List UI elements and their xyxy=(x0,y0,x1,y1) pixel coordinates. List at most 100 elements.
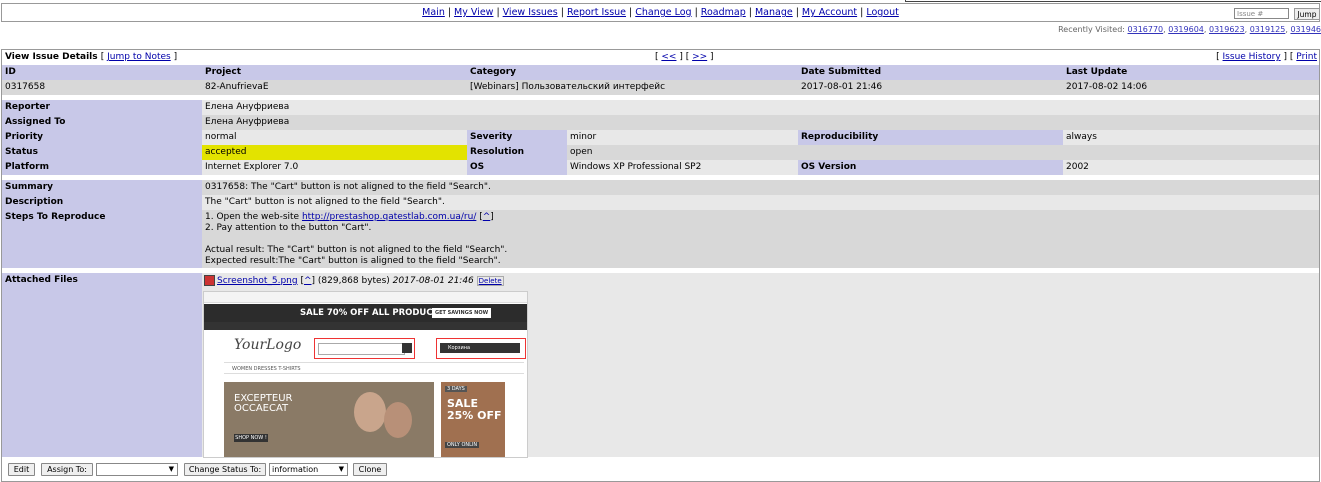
reporter-label: Reporter xyxy=(2,100,202,115)
header-project: Project xyxy=(202,65,467,80)
menu-separator: | xyxy=(447,7,452,18)
prev-issue-link[interactable]: << xyxy=(661,52,676,62)
issue-pager: [ << ] [ >> ] xyxy=(655,52,714,62)
issue-number-input[interactable]: Issue # xyxy=(1234,8,1289,19)
menu-roadmap-link[interactable]: Roadmap xyxy=(701,7,746,18)
main-menu: Main | My View | View Issues | Report Issue | Ch… xyxy=(1,3,1320,22)
platform-label: Platform xyxy=(2,160,202,175)
thumb-promo-button: GET SAVINGS NOW xyxy=(432,308,492,318)
priority-value: normal xyxy=(202,130,467,145)
menu-report-issue-link[interactable]: Report Issue xyxy=(567,7,626,18)
os-value: Windows XP Professional SP2 xyxy=(567,160,798,175)
menu-separator: | xyxy=(560,7,564,18)
assign-to-button[interactable]: Assign To: xyxy=(41,463,93,476)
page-title: View Issue Details [ Jump to Notes ] xyxy=(5,52,178,62)
assigned-to-value: Елена Ануфриева xyxy=(202,115,1319,130)
priority-label: Priority xyxy=(2,130,202,145)
attachment-thumbnail[interactable]: SALE 70% OFF ALL PRODUCTS GET SAVINGS NO… xyxy=(203,291,528,458)
thumb-side-bottom: ONLY ONLIN xyxy=(445,442,480,448)
thumb-side-text: SALE 25% OFF xyxy=(447,397,502,422)
assigned-to-label: Assigned To xyxy=(2,115,202,130)
print-link[interactable]: Print xyxy=(1296,52,1317,62)
recent-issue-link[interactable]: 0319623 xyxy=(1209,25,1245,34)
menu-my-view-link[interactable]: My View xyxy=(454,7,493,18)
attached-files-label: Attached Files xyxy=(2,273,202,457)
priority-row: Priority normal Severity minor Reproduci… xyxy=(2,130,1319,145)
summary-row: Summary 0317658: The "Cart" button is no… xyxy=(2,180,1319,195)
steps-label: Steps To Reproduce xyxy=(2,210,202,268)
reproducibility-label: Reproducibility xyxy=(798,130,1063,145)
steps-line-1: 1. Open the web-site http://prestashop.q… xyxy=(205,212,494,222)
menu-separator: | xyxy=(795,7,799,18)
summary-value: 0317658: The "Cart" button is not aligne… xyxy=(202,180,1319,195)
platform-row: Platform Internet Explorer 7.0 OS Window… xyxy=(2,160,1319,175)
resolution-label: Resolution xyxy=(467,145,567,160)
steps-rest: 2. Pay attention to the button "Cart". A… xyxy=(205,223,508,266)
chevron-down-icon: ▼ xyxy=(168,465,174,473)
description-label: Description xyxy=(2,195,202,210)
header-date-submitted: Date Submitted xyxy=(798,65,1063,80)
recent-issue-link[interactable]: 0319125 xyxy=(1250,25,1286,34)
menu-change-log-link[interactable]: Change Log xyxy=(635,7,691,18)
thumb-category-menu: WOMEN DRESSES T-SHIRTS xyxy=(224,362,524,374)
thumb-browser-bar xyxy=(204,292,527,303)
severity-value: minor xyxy=(567,130,798,145)
issue-history-link[interactable]: Issue History xyxy=(1223,52,1281,62)
page-title-text: View Issue Details xyxy=(5,52,98,62)
assign-to-select[interactable]: ▼ xyxy=(96,463,178,476)
menu-view-issues-link[interactable]: View Issues xyxy=(503,7,558,18)
menu-separator: | xyxy=(860,7,864,18)
menu-manage-link[interactable]: Manage xyxy=(755,7,793,18)
description-value: The "Cart" button is not aligned to the … xyxy=(202,195,1319,210)
os-version-value: 2002 xyxy=(1063,160,1319,175)
attachment-filename-link[interactable]: Screenshot_5.png xyxy=(217,276,298,286)
steps-row: Steps To Reproduce 1. Open the web-site … xyxy=(2,210,1319,268)
status-label: Status xyxy=(2,145,202,160)
menu-main-link[interactable]: Main xyxy=(422,7,445,18)
recent-issue-link[interactable]: 031946 xyxy=(1290,25,1321,34)
chevron-down-icon: ▼ xyxy=(338,465,344,473)
status-value: accepted xyxy=(202,145,467,160)
reporter-row: Reporter Елена Ануфриева xyxy=(2,100,1319,115)
change-status-button[interactable]: Change Status To: xyxy=(184,463,266,476)
edit-button[interactable]: Edit xyxy=(8,463,35,476)
jump-to-notes-link[interactable]: Jump to Notes xyxy=(107,52,171,62)
thumb-promo-text: SALE 70% OFF ALL PRODUCTS xyxy=(300,308,445,318)
issue-category: [Webinars] Пользовательский интерфейс xyxy=(467,80,798,95)
os-label: OS xyxy=(467,160,567,175)
title-row: View Issue Details [ Jump to Notes ] [ <… xyxy=(2,50,1319,65)
menu-links: Main | My View | View Issues | Report Issue | Ch… xyxy=(2,7,1319,18)
issue-date-submitted: 2017-08-01 21:46 xyxy=(798,80,1063,95)
attached-files-row: Attached Files Screenshot_5.png [^] (829… xyxy=(2,273,1319,457)
clone-button[interactable]: Clone xyxy=(353,463,387,476)
header-id: ID xyxy=(2,65,202,80)
steps-site-link[interactable]: http://prestashop.qatestlab.com.ua/ru/ xyxy=(302,212,476,222)
attachment-delete-link[interactable]: Delete xyxy=(476,276,504,286)
attachment-info: Screenshot_5.png [^] (829,868 bytes) 201… xyxy=(204,275,504,287)
menu-separator: | xyxy=(694,7,698,18)
menu-logout-link[interactable]: Logout xyxy=(866,7,899,18)
status-row: Status accepted Resolution open xyxy=(2,145,1319,160)
thumb-hero-button: SHOP NOW ! xyxy=(234,434,268,442)
resolution-value: open xyxy=(567,145,1319,160)
attachment-open-link[interactable]: ^ xyxy=(304,276,312,286)
thumb-side-tag: 3 DAYS xyxy=(445,386,467,392)
status-select[interactable]: information ▼ xyxy=(269,463,348,476)
severity-label: Severity xyxy=(467,130,567,145)
reporter-value: Елена Ануфриева xyxy=(202,100,1319,115)
recent-issue-link[interactable]: 0316770 xyxy=(1128,25,1164,34)
next-issue-link[interactable]: >> xyxy=(692,52,707,62)
status-selected: information xyxy=(272,465,319,474)
thumb-promo-banner: SALE 70% OFF ALL PRODUCTS GET SAVINGS NO… xyxy=(204,304,527,322)
thumb-side-banner: 3 DAYS SALE 25% OFF ONLY ONLIN xyxy=(441,382,505,457)
recent-issue-link[interactable]: 0319604 xyxy=(1168,25,1204,34)
issue-id: 0317658 xyxy=(2,80,202,95)
steps-open-link[interactable]: ^ xyxy=(483,212,491,222)
thumb-search-highlight xyxy=(314,338,415,359)
jump-button[interactable]: Jump xyxy=(1294,8,1320,20)
menu-my-account-link[interactable]: My Account xyxy=(802,7,857,18)
summary-label: Summary xyxy=(2,180,202,195)
issue-last-update: 2017-08-02 14:06 xyxy=(1063,80,1319,95)
menu-separator: | xyxy=(496,7,500,18)
recently-visited: Recently Visited: 0316770, 0319604, 0319… xyxy=(1058,25,1321,34)
